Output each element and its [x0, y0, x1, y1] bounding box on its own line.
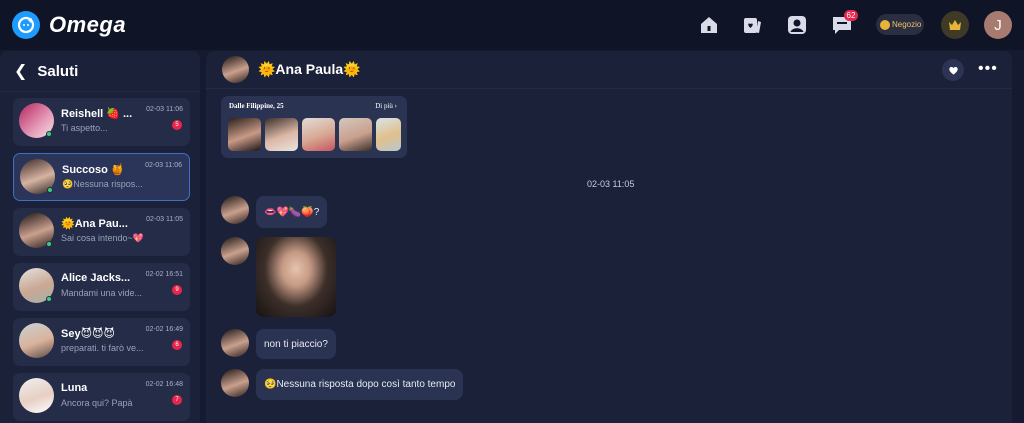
conversation-name: Reishell 🍓 ...: [61, 108, 133, 120]
omega-logo-icon[interactable]: [12, 11, 40, 39]
divider: [0, 91, 200, 92]
profile-icon[interactable]: [785, 13, 809, 37]
profile-photo-thumb[interactable]: [339, 118, 372, 151]
sidebar-header: ❮ Saluti: [14, 61, 78, 81]
avatar: [19, 378, 54, 413]
conversation-name: Succoso 🍯: [62, 164, 125, 176]
shop-button[interactable]: Negozio: [876, 14, 924, 35]
unread-badge: 9: [172, 285, 182, 295]
notification-badge: 62: [844, 10, 858, 21]
conversation-time: 02-02 16:48: [145, 381, 183, 388]
conversation-item[interactable]: Reishell 🍓 ... 02-03 11:06 Ti aspetto...…: [13, 98, 190, 146]
crown-icon[interactable]: [941, 11, 969, 39]
conversation-time: 02-02 16:49: [145, 326, 183, 333]
conversation-item[interactable]: Alice Jacks... 02-02 16:51 Mandami una v…: [13, 263, 190, 311]
home-icon[interactable]: [697, 13, 721, 37]
conversation-item[interactable]: Succoso 🍯 02-03 11:06 🥺Nessuna rispos...: [13, 153, 190, 201]
back-icon[interactable]: ❮: [14, 61, 27, 81]
contact-avatar[interactable]: [221, 196, 249, 224]
more-options-icon[interactable]: •••: [978, 60, 998, 78]
contact-avatar[interactable]: [222, 56, 249, 83]
conversation-time: 02-03 11:05: [146, 216, 183, 223]
profile-card-title: Dalle Filippine, 25: [229, 102, 284, 110]
avatar: [19, 323, 54, 358]
message-bubble: 🥺Nessuna risposta dopo così tanto tempo: [256, 369, 464, 400]
sidebar-title: Saluti: [37, 62, 79, 80]
conversation-preview: Ancora qui? Papà: [61, 398, 133, 408]
profile-photo-thumb[interactable]: [265, 118, 298, 151]
conversation-preview: 🥺Nessuna rispos...: [62, 179, 143, 189]
conversation-list-panel: ❮ Saluti Reishell 🍓 ... 02-03 11:06 Ti a…: [0, 51, 200, 423]
online-indicator: [46, 241, 52, 247]
contact-name: 🌞Ana Paula🌞: [258, 61, 361, 77]
conversation-name: 🌞Ana Pau...: [61, 218, 128, 230]
profile-card[interactable]: Dalle Filippine, 25 Di più ›: [221, 96, 407, 158]
conversation-item[interactable]: Luna 02-02 16:48 Ancora qui? Papà 7: [13, 373, 190, 421]
chat-panel: 🌞Ana Paula🌞 ••• Dalle Filippine, 25 Di p…: [206, 51, 1012, 423]
conversation-preview: Ti aspetto...: [61, 123, 108, 133]
profile-photo-thumb[interactable]: [376, 118, 401, 151]
conversation-name: Sey😈😈😈: [61, 328, 115, 340]
chat-header: 🌞Ana Paula🌞 •••: [206, 51, 1012, 89]
unread-badge: 7: [172, 395, 182, 405]
app-name: Omega: [49, 12, 127, 37]
conversation-name: Luna: [61, 382, 88, 394]
conversation-name: Alice Jacks...: [61, 272, 131, 284]
conversation-item[interactable]: 🌞Ana Pau... 02-03 11:05 Sai cosa intendo…: [13, 208, 190, 256]
heart-icon: [948, 66, 958, 75]
chevron-right-icon: ›: [394, 102, 397, 110]
conversation-time: 02-02 16:51: [145, 271, 183, 278]
unread-badge: 6: [172, 340, 182, 350]
more-label: Di più: [375, 102, 393, 110]
conversation-item[interactable]: Sey😈😈😈 02-02 16:49 preparati. ti farò ve…: [13, 318, 190, 366]
conversation-preview: preparati. ti farò ve...: [61, 343, 144, 353]
profile-photo-thumb[interactable]: [302, 118, 335, 151]
date-separator: 02-03 11:05: [587, 179, 635, 189]
profile-card-more[interactable]: Di più ›: [375, 102, 397, 110]
message-bubble: non ti piaccio?: [256, 329, 336, 359]
message-bubble: 👄💖🍆🍑?: [256, 196, 328, 228]
message-photo[interactable]: [256, 237, 336, 317]
online-indicator: [46, 296, 52, 302]
online-indicator: [46, 131, 52, 137]
shop-label: Negozio: [892, 20, 922, 29]
conversation-preview: Mandami una vide...: [61, 288, 143, 298]
cards-icon[interactable]: [740, 13, 764, 37]
conversation-time: 02-03 11:06: [146, 106, 183, 113]
contact-avatar[interactable]: [221, 237, 249, 265]
unread-badge: 5: [172, 120, 182, 130]
contact-avatar[interactable]: [221, 369, 249, 397]
contact-avatar[interactable]: [221, 329, 249, 357]
top-bar: Omega 62 Negozio J: [0, 0, 1024, 50]
favorite-button[interactable]: [942, 59, 964, 81]
coin-icon: [880, 19, 890, 30]
user-avatar[interactable]: J: [984, 11, 1012, 39]
profile-photo-thumb[interactable]: [228, 118, 261, 151]
online-indicator: [47, 187, 53, 193]
conversation-preview: Sai cosa intendo~💖: [61, 233, 145, 243]
conversation-time: 02-03 11:06: [145, 162, 182, 169]
